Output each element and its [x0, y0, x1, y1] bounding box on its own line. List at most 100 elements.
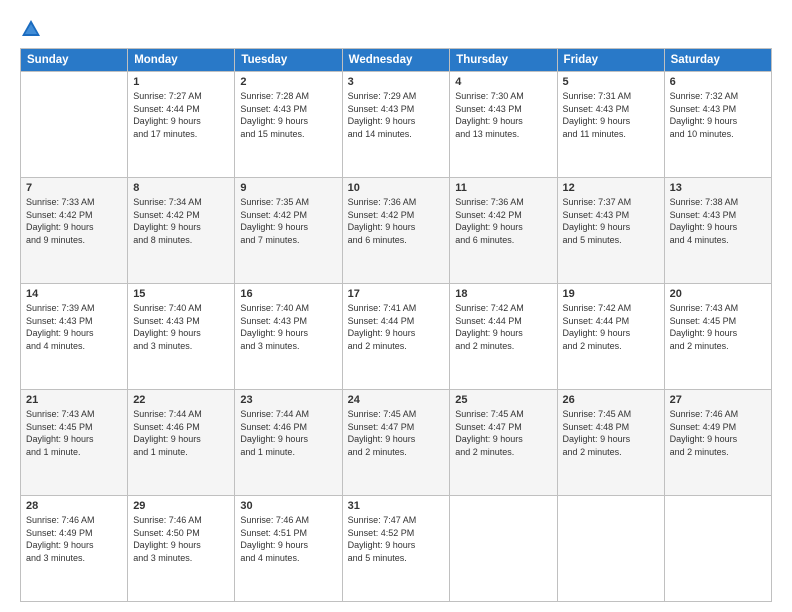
- calendar-cell: [450, 496, 557, 602]
- calendar-cell: 27 Sunrise: 7:46 AM Sunset: 4:49 PM Dayli…: [664, 390, 771, 496]
- calendar-cell: 13 Sunrise: 7:38 AM Sunset: 4:43 PM Dayli…: [664, 178, 771, 284]
- calendar-cell: 5 Sunrise: 7:31 AM Sunset: 4:43 PM Daylig…: [557, 72, 664, 178]
- day-info: Sunrise: 7:29 AM Sunset: 4:43 PM Dayligh…: [348, 90, 445, 140]
- calendar-header-saturday: Saturday: [664, 49, 771, 72]
- calendar-cell: 12Sunrise: 7:37 AM Sunset: 4:43 PM Dayli…: [557, 178, 664, 284]
- day-number: 20: [670, 288, 766, 300]
- day-info: Sunrise: 7:46 AM Sunset: 4:51 PM Dayligh…: [240, 514, 336, 564]
- calendar-header-friday: Friday: [557, 49, 664, 72]
- day-info: Sunrise: 7:42 AM Sunset: 4:44 PM Dayligh…: [563, 302, 659, 352]
- calendar-header-wednesday: Wednesday: [342, 49, 450, 72]
- day-info: Sunrise: 7:34 AM Sunset: 4:42 PM Dayligh…: [133, 196, 229, 246]
- day-number: 3: [348, 76, 445, 88]
- day-number: 5: [563, 76, 659, 88]
- calendar-cell: 9 Sunrise: 7:35 AM Sunset: 4:42 PM Daylig…: [235, 178, 342, 284]
- day-info: Sunrise: 7:41 AM Sunset: 4:44 PM Dayligh…: [348, 302, 445, 352]
- day-info: Sunrise: 7:39 AM Sunset: 4:43 PM Dayligh…: [26, 302, 122, 352]
- calendar-cell: 14Sunrise: 7:39 AM Sunset: 4:43 PM Dayli…: [21, 284, 128, 390]
- calendar-cell: 21 Sunrise: 7:43 AM Sunset: 4:45 PM Dayli…: [21, 390, 128, 496]
- calendar-header-thursday: Thursday: [450, 49, 557, 72]
- calendar-cell: 10 Sunrise: 7:36 AM Sunset: 4:42 PM Dayli…: [342, 178, 450, 284]
- calendar-cell: 4 Sunrise: 7:30 AM Sunset: 4:43 PM Daylig…: [450, 72, 557, 178]
- day-info: Sunrise: 7:28 AM Sunset: 4:43 PM Dayligh…: [240, 90, 336, 140]
- calendar-cell: 7 Sunrise: 7:33 AM Sunset: 4:42 PM Daylig…: [21, 178, 128, 284]
- day-number: 4: [455, 76, 551, 88]
- day-info: Sunrise: 7:33 AM Sunset: 4:42 PM Dayligh…: [26, 196, 122, 246]
- calendar-header-sunday: Sunday: [21, 49, 128, 72]
- day-info: Sunrise: 7:46 AM Sunset: 4:50 PM Dayligh…: [133, 514, 229, 564]
- calendar-cell: 29Sunrise: 7:46 AM Sunset: 4:50 PM Dayli…: [128, 496, 235, 602]
- day-info: Sunrise: 7:45 AM Sunset: 4:48 PM Dayligh…: [563, 408, 659, 458]
- day-info: Sunrise: 7:46 AM Sunset: 4:49 PM Dayligh…: [670, 408, 766, 458]
- calendar-cell: [664, 496, 771, 602]
- day-info: Sunrise: 7:45 AM Sunset: 4:47 PM Dayligh…: [455, 408, 551, 458]
- day-number: 7: [26, 182, 122, 194]
- day-number: 15: [133, 288, 229, 300]
- day-number: 18: [455, 288, 551, 300]
- day-number: 8: [133, 182, 229, 194]
- day-number: 21: [26, 394, 122, 406]
- calendar-cell: 15 Sunrise: 7:40 AM Sunset: 4:43 PM Dayli…: [128, 284, 235, 390]
- day-info: Sunrise: 7:45 AM Sunset: 4:47 PM Dayligh…: [348, 408, 445, 458]
- calendar-cell: 25 Sunrise: 7:45 AM Sunset: 4:47 PM Dayli…: [450, 390, 557, 496]
- day-info: Sunrise: 7:40 AM Sunset: 4:43 PM Dayligh…: [133, 302, 229, 352]
- day-info: Sunrise: 7:42 AM Sunset: 4:44 PM Dayligh…: [455, 302, 551, 352]
- calendar-week-row: 1 Sunrise: 7:27 AM Sunset: 4:44 PM Daylig…: [21, 72, 772, 178]
- day-number: 30: [240, 500, 336, 512]
- day-info: Sunrise: 7:36 AM Sunset: 4:42 PM Dayligh…: [455, 196, 551, 246]
- calendar-cell: 23 Sunrise: 7:44 AM Sunset: 4:46 PM Dayli…: [235, 390, 342, 496]
- calendar-cell: 22Sunrise: 7:44 AM Sunset: 4:46 PM Dayli…: [128, 390, 235, 496]
- calendar-cell: 3 Sunrise: 7:29 AM Sunset: 4:43 PM Daylig…: [342, 72, 450, 178]
- calendar-cell: 11Sunrise: 7:36 AM Sunset: 4:42 PM Dayli…: [450, 178, 557, 284]
- calendar-cell: 28Sunrise: 7:46 AM Sunset: 4:49 PM Dayli…: [21, 496, 128, 602]
- day-info: Sunrise: 7:43 AM Sunset: 4:45 PM Dayligh…: [670, 302, 766, 352]
- day-number: 1: [133, 76, 229, 88]
- day-number: 27: [670, 394, 766, 406]
- day-number: 10: [348, 182, 445, 194]
- calendar-cell: 31 Sunrise: 7:47 AM Sunset: 4:52 PM Dayli…: [342, 496, 450, 602]
- day-info: Sunrise: 7:43 AM Sunset: 4:45 PM Dayligh…: [26, 408, 122, 458]
- day-number: 28: [26, 500, 122, 512]
- day-number: 22: [133, 394, 229, 406]
- day-number: 9: [240, 182, 336, 194]
- calendar-cell: 6 Sunrise: 7:32 AM Sunset: 4:43 PM Daylig…: [664, 72, 771, 178]
- calendar-cell: 16Sunrise: 7:40 AM Sunset: 4:43 PM Dayli…: [235, 284, 342, 390]
- day-number: 19: [563, 288, 659, 300]
- day-info: Sunrise: 7:47 AM Sunset: 4:52 PM Dayligh…: [348, 514, 445, 564]
- day-info: Sunrise: 7:31 AM Sunset: 4:43 PM Dayligh…: [563, 90, 659, 140]
- day-number: 16: [240, 288, 336, 300]
- day-number: 13: [670, 182, 766, 194]
- day-info: Sunrise: 7:30 AM Sunset: 4:43 PM Dayligh…: [455, 90, 551, 140]
- calendar-header-monday: Monday: [128, 49, 235, 72]
- day-number: 6: [670, 76, 766, 88]
- calendar-cell: 17Sunrise: 7:41 AM Sunset: 4:44 PM Dayli…: [342, 284, 450, 390]
- day-number: 31: [348, 500, 445, 512]
- calendar-week-row: 14Sunrise: 7:39 AM Sunset: 4:43 PM Dayli…: [21, 284, 772, 390]
- page: SundayMondayTuesdayWednesdayThursdayFrid…: [0, 0, 792, 612]
- calendar-table: SundayMondayTuesdayWednesdayThursdayFrid…: [20, 48, 772, 602]
- day-number: 24: [348, 394, 445, 406]
- logo-icon: [20, 18, 42, 40]
- calendar-cell: 18 Sunrise: 7:42 AM Sunset: 4:44 PM Dayli…: [450, 284, 557, 390]
- calendar-cell: 24 Sunrise: 7:45 AM Sunset: 4:47 PM Dayli…: [342, 390, 450, 496]
- day-number: 25: [455, 394, 551, 406]
- day-info: Sunrise: 7:44 AM Sunset: 4:46 PM Dayligh…: [240, 408, 336, 458]
- calendar-cell: 2Sunrise: 7:28 AM Sunset: 4:43 PM Daylig…: [235, 72, 342, 178]
- calendar-week-row: 21 Sunrise: 7:43 AM Sunset: 4:45 PM Dayli…: [21, 390, 772, 496]
- day-info: Sunrise: 7:37 AM Sunset: 4:43 PM Dayligh…: [563, 196, 659, 246]
- calendar-cell: [557, 496, 664, 602]
- day-info: Sunrise: 7:38 AM Sunset: 4:43 PM Dayligh…: [670, 196, 766, 246]
- calendar-cell: [21, 72, 128, 178]
- day-number: 26: [563, 394, 659, 406]
- calendar-cell: 19 Sunrise: 7:42 AM Sunset: 4:44 PM Dayli…: [557, 284, 664, 390]
- day-info: Sunrise: 7:35 AM Sunset: 4:42 PM Dayligh…: [240, 196, 336, 246]
- day-number: 23: [240, 394, 336, 406]
- day-info: Sunrise: 7:27 AM Sunset: 4:44 PM Dayligh…: [133, 90, 229, 140]
- day-info: Sunrise: 7:36 AM Sunset: 4:42 PM Dayligh…: [348, 196, 445, 246]
- calendar-week-row: 7 Sunrise: 7:33 AM Sunset: 4:42 PM Daylig…: [21, 178, 772, 284]
- calendar-header-row: SundayMondayTuesdayWednesdayThursdayFrid…: [21, 49, 772, 72]
- day-info: Sunrise: 7:32 AM Sunset: 4:43 PM Dayligh…: [670, 90, 766, 140]
- calendar-cell: 1 Sunrise: 7:27 AM Sunset: 4:44 PM Daylig…: [128, 72, 235, 178]
- logo: [20, 18, 44, 40]
- calendar-cell: 20 Sunrise: 7:43 AM Sunset: 4:45 PM Dayli…: [664, 284, 771, 390]
